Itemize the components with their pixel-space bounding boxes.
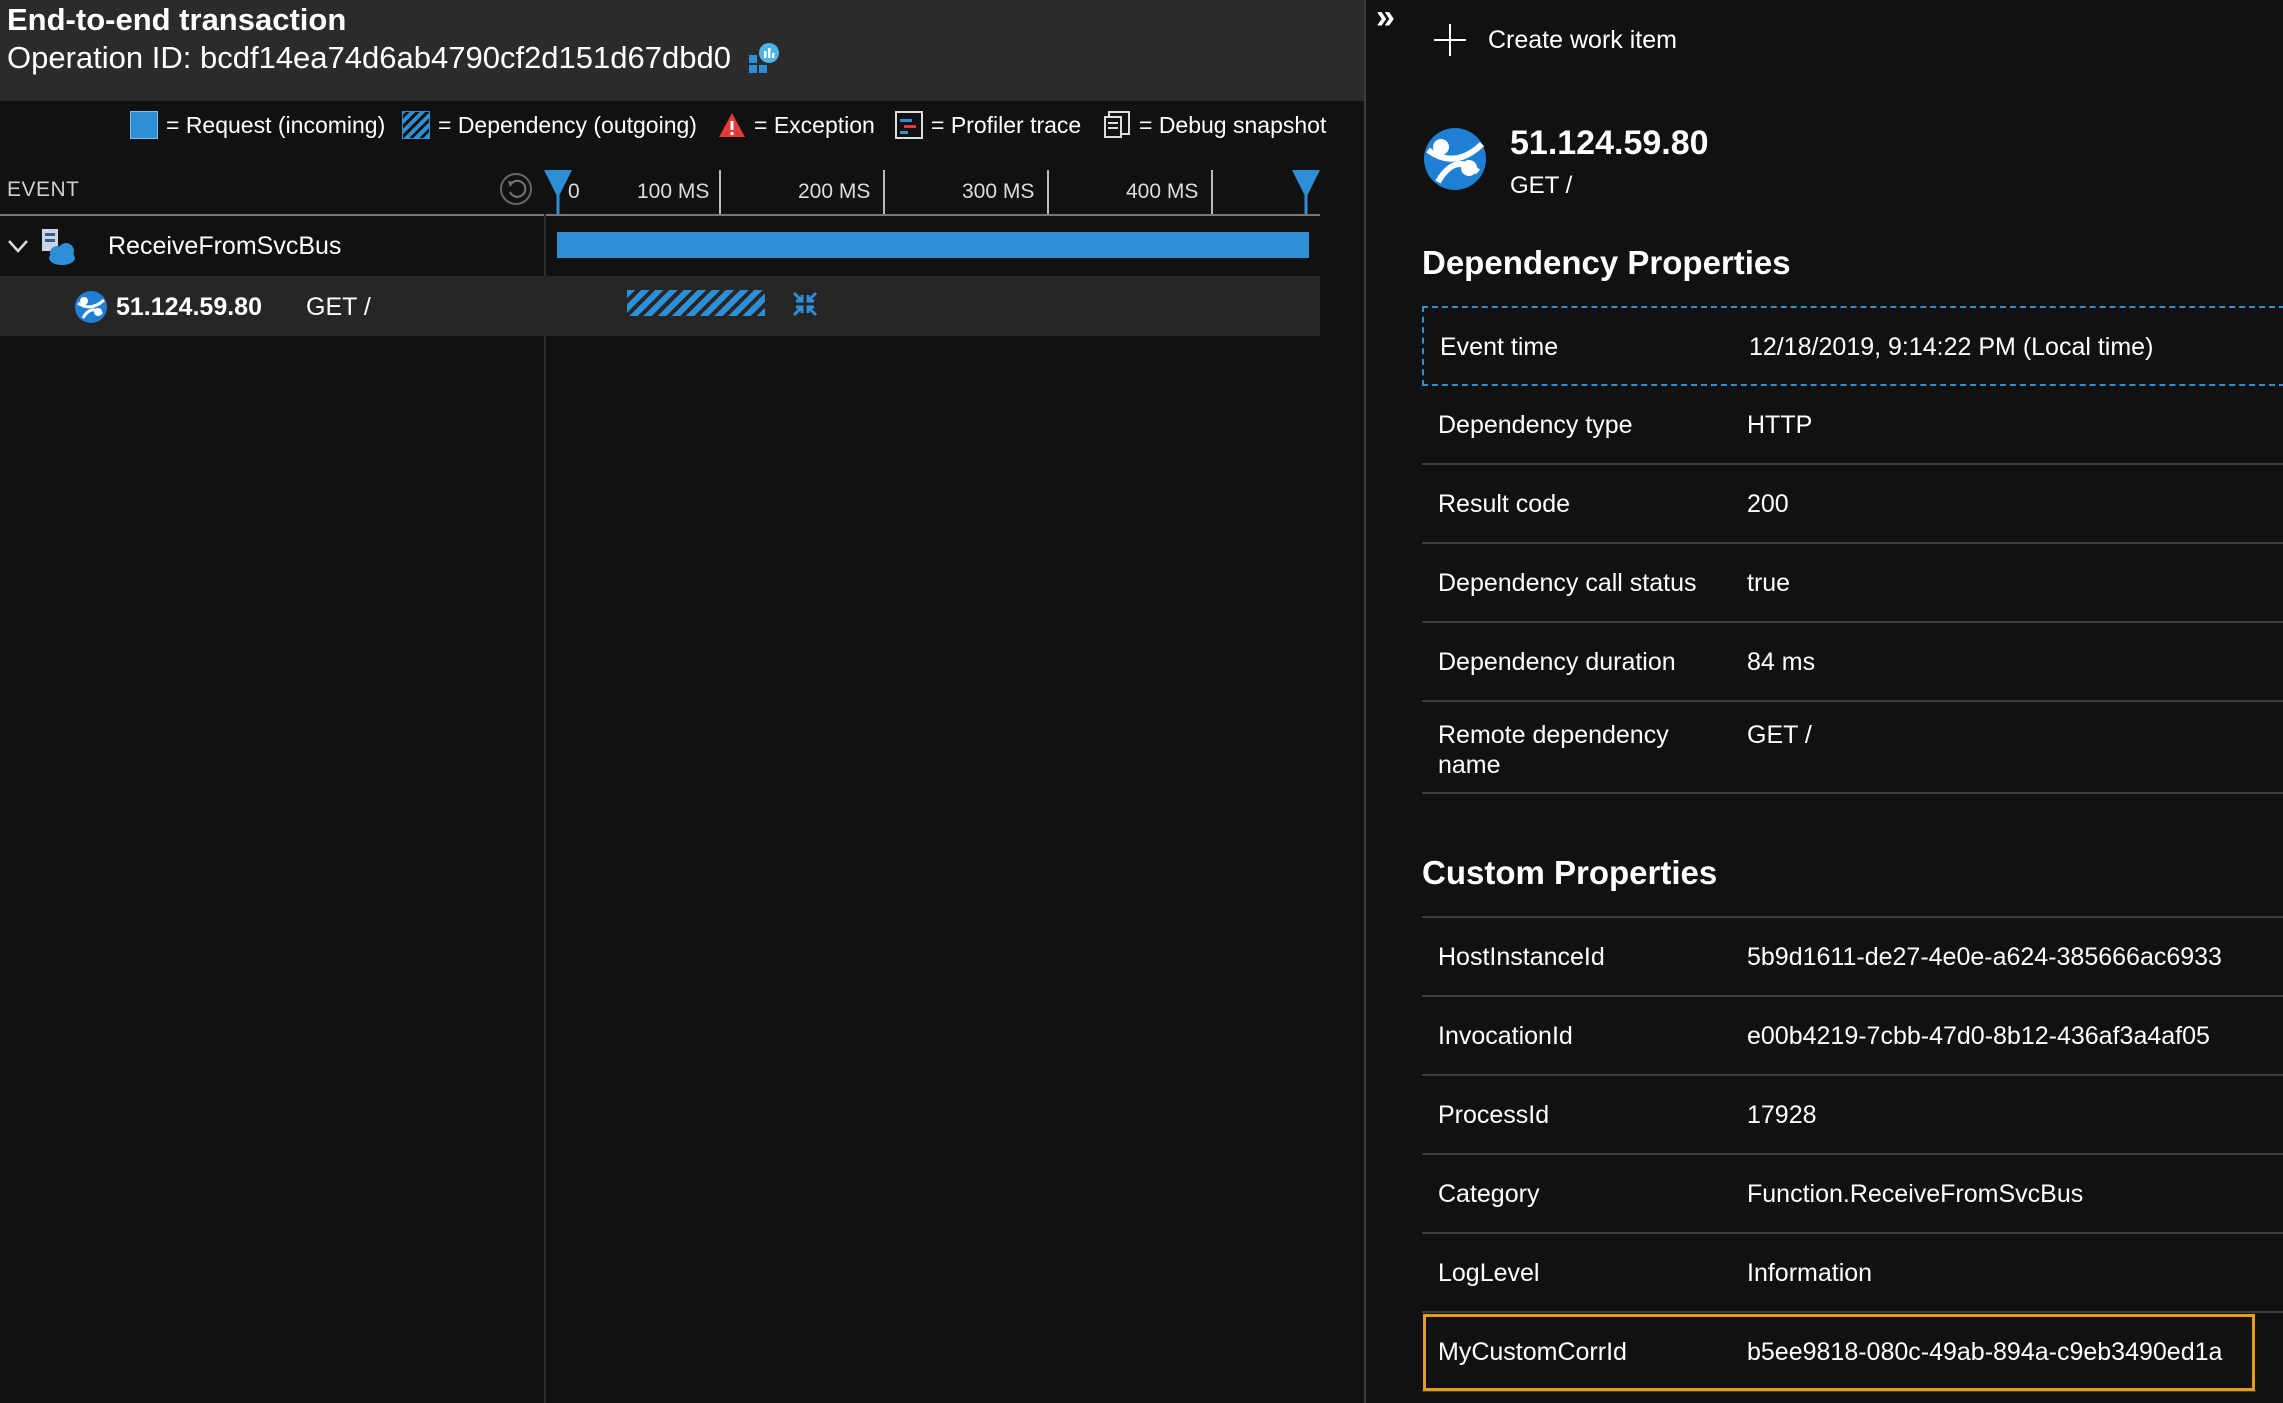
range-end-handle[interactable]	[1292, 170, 1320, 214]
chevron-down-icon[interactable]	[6, 236, 30, 256]
legend-profiler: = Profiler trace	[895, 111, 1081, 139]
property-row[interactable]: Dependency duration 84 ms	[1422, 623, 2283, 702]
property-key: ProcessId	[1438, 1101, 1550, 1129]
dependency-method: GET /	[306, 293, 371, 321]
tick-label: 200 MS	[798, 180, 870, 203]
create-work-item-label: Create work item	[1488, 25, 1677, 54]
property-row[interactable]: Dependency type HTTP	[1422, 386, 2283, 465]
timeline-axis: 0 100 MS 200 MS 300 MS 400 MS	[544, 170, 1320, 214]
reset-zoom-icon[interactable]	[499, 172, 533, 206]
property-key: LogLevel	[1438, 1259, 1540, 1287]
property-key: Dependency type	[1438, 411, 1633, 439]
resource-ip: 51.124.59.80	[1510, 124, 1709, 162]
column-divider	[544, 214, 546, 1403]
dependency-duration-bar[interactable]	[627, 290, 765, 316]
property-row[interactable]: LogLevel Information	[1422, 1234, 2283, 1313]
property-value: b5ee9818-080c-49ab-894a-c9eb3490ed1a	[1747, 1338, 2223, 1366]
property-value: Information	[1747, 1259, 1873, 1287]
collapse-arrows-icon[interactable]	[792, 291, 818, 317]
request-duration-bar[interactable]	[557, 232, 1309, 258]
property-row[interactable]: Remote dependency name GET /	[1422, 702, 2283, 794]
collapse-pane-icon[interactable]: »	[1376, 0, 1395, 37]
property-row[interactable]: InvocationId e00b4219-7cbb-47d0-8b12-436…	[1422, 997, 2283, 1076]
property-value: 17928	[1747, 1101, 1817, 1129]
property-value: 84 ms	[1747, 648, 1816, 676]
tick-label: 300 MS	[962, 180, 1034, 203]
property-key: Event time	[1440, 333, 1559, 361]
transaction-pane: End-to-end transaction Operation ID: bcd…	[0, 0, 1364, 1403]
legend-exception: = Exception	[718, 111, 875, 139]
property-value: 12/18/2019, 9:14:22 PM (Local time)	[1749, 333, 2154, 361]
property-value: HTTP	[1747, 411, 1813, 439]
property-value: e00b4219-7cbb-47d0-8b12-436af3a4af05	[1747, 1022, 2210, 1050]
tick-label: 0	[568, 180, 580, 203]
property-key: Dependency call status	[1438, 569, 1697, 597]
event-column-header: EVENT	[7, 178, 80, 201]
profiler-trace-icon	[895, 111, 923, 139]
property-row-highlighted[interactable]: MyCustomCorrId b5ee9818-080c-49ab-894a-c…	[1422, 1313, 2256, 1392]
request-swatch-icon	[130, 111, 158, 139]
dependency-properties-title: Dependency Properties	[1422, 244, 1791, 281]
timeline-header: EVENT 0 100 MS 200 MS 300 MS 400 MS	[0, 164, 1320, 216]
legend-request: = Request (incoming)	[130, 111, 385, 139]
dependency-ip: 51.124.59.80	[116, 293, 262, 321]
legend: = Request (incoming) = Dependency (outgo…	[0, 103, 1326, 151]
debug-snapshot-icon	[1104, 111, 1130, 138]
property-key: HostInstanceId	[1438, 943, 1605, 971]
property-value: GET /	[1747, 721, 1812, 749]
property-row-event-time[interactable]: Event time 12/18/2019, 9:14:22 PM (Local…	[1422, 306, 2283, 386]
dependency-swatch-icon	[402, 111, 430, 139]
legend-snapshot: = Debug snapshot	[1103, 111, 1326, 139]
page-title: End-to-end transaction	[7, 2, 347, 37]
property-key: Dependency duration	[1438, 648, 1676, 676]
property-row[interactable]: Dependency call status true	[1422, 544, 2283, 623]
property-key: Result code	[1438, 490, 1571, 518]
operation-id: Operation ID: bcdf14ea74d6ab4790cf2d151d…	[7, 40, 731, 75]
globe-icon	[1424, 128, 1486, 190]
operation-id-row: Operation ID: bcdf14ea74d6ab4790cf2d151d…	[7, 40, 781, 76]
property-key: Remote dependency name	[1438, 721, 1669, 779]
property-value: 5b9d1611-de27-4e0e-a624-385666ac6933	[1747, 943, 2222, 971]
plus-icon	[1434, 24, 1466, 56]
property-value: Function.ReceiveFromSvcBus	[1747, 1180, 2084, 1208]
analytics-icon[interactable]	[747, 41, 781, 75]
details-pane: » Create work item 51.124.59.80 GET / De…	[1364, 0, 2283, 1403]
event-name: ReceiveFromSvcBus	[108, 232, 342, 260]
tick-label: 100 MS	[637, 180, 709, 203]
function-app-icon	[42, 229, 75, 265]
property-row[interactable]: HostInstanceId 5b9d1611-de27-4e0e-a624-3…	[1422, 918, 2283, 997]
property-key: InvocationId	[1438, 1022, 1573, 1050]
transaction-header: End-to-end transaction Operation ID: bcd…	[0, 0, 1364, 101]
exception-warning-icon	[719, 113, 745, 137]
event-row-request[interactable]: ReceiveFromSvcBus	[0, 218, 1320, 276]
property-row[interactable]: Result code 200	[1422, 465, 2283, 544]
property-value: true	[1747, 569, 1791, 597]
dependency-properties-table: Event time 12/18/2019, 9:14:22 PM (Local…	[1422, 306, 2283, 794]
property-value: 200	[1747, 490, 1789, 518]
resource-method: GET /	[1510, 172, 1573, 199]
property-row[interactable]: Category Function.ReceiveFromSvcBus	[1422, 1155, 2283, 1234]
custom-properties-title: Custom Properties	[1422, 854, 1718, 891]
event-row-dependency[interactable]: 51.124.59.80 GET /	[0, 276, 1320, 336]
tick-label: 400 MS	[1126, 180, 1198, 203]
page: End-to-end transaction Operation ID: bcd…	[0, 0, 2283, 1403]
property-key: Category	[1438, 1180, 1540, 1208]
create-work-item-button[interactable]: Create work item	[1432, 22, 1677, 58]
custom-properties-table: HostInstanceId 5b9d1611-de27-4e0e-a624-3…	[1422, 916, 2283, 1392]
legend-dependency: = Dependency (outgoing)	[402, 111, 697, 139]
property-row[interactable]: ProcessId 17928	[1422, 1076, 2283, 1155]
globe-icon	[75, 291, 107, 323]
property-key: MyCustomCorrId	[1438, 1338, 1627, 1366]
